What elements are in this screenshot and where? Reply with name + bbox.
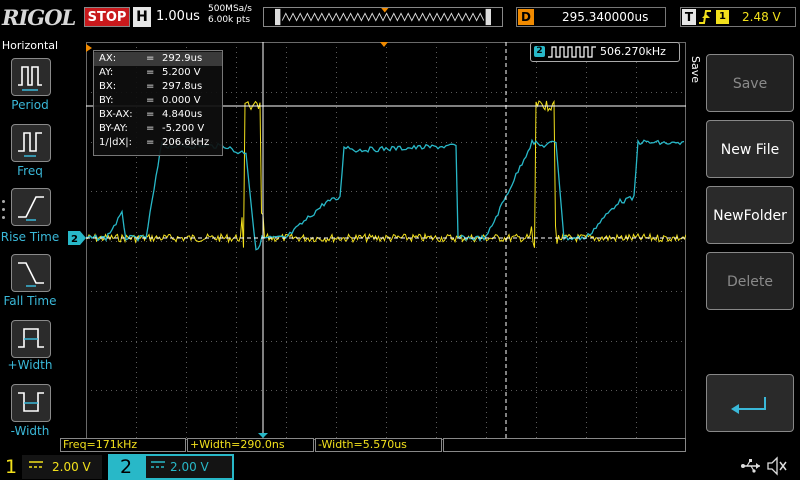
pos-width-label: +Width [7,358,53,372]
measure-empty-slot[interactable] [443,438,686,452]
left-menu-title: Horizontal [1,39,59,52]
neg-width-button[interactable] [11,384,51,422]
save-button[interactable]: Save [706,54,794,112]
delete-button[interactable]: Delete [706,252,794,310]
dc-coupling-icon [151,461,165,468]
cursor-row-inv-dx: 1/|dX|: = 206.6kHz [99,137,210,148]
trigger-position-value: 295.340000us [562,10,649,24]
return-arrow-icon [731,397,766,414]
cursor-readout-panel[interactable]: AX: = 292.9us AY: = 5.200 V BX: = 297.8us BY: =… [93,50,223,156]
ch2-scale: 2.00 V [170,460,209,474]
ch1-scale: 2.00 V [52,460,91,474]
page-dots-icon [2,200,6,224]
period-icon [18,66,42,91]
trigger-type-label: T [682,9,696,25]
return-button[interactable] [706,374,794,432]
fall-time-button[interactable] [11,254,51,292]
counter-value: 506.270kHz [600,45,666,58]
sample-rate: 500MSa/s [208,4,252,14]
cursor-row-by-ay: BY-AY: = -5.200 V [99,123,205,134]
trigger-level-value: 2.48 V [742,10,781,24]
rise-time-label: Rise Time [0,230,60,244]
nav-trigger-marker [381,8,389,13]
fall-time-label: Fall Time [3,294,57,308]
svg-text:Save: Save [689,56,702,83]
period-label: Period [11,98,49,112]
new-folder-button[interactable]: NewFolder [706,186,794,244]
nav-start-marker [275,8,281,26]
rising-edge-icon [699,10,711,24]
usb-icon [741,459,760,473]
freq-icon [18,132,42,157]
cursor-row-ay: AY: = 5.200 V [99,67,201,78]
cursor-row-by: BY: = 0.000 V [99,95,201,106]
measure-freq[interactable]: Freq=171kHz [60,438,186,452]
new-file-button[interactable]: New File [706,120,794,178]
ch2-offset-marker[interactable]: 2 [68,231,86,245]
cursor-row-ax: AX: = 292.9us [94,52,222,66]
delay-label: D [518,9,534,25]
cursor-row-bx: BX: = 297.8us [99,81,203,92]
measure-pos-width[interactable]: +Width=290.0ns [187,438,314,452]
period-button[interactable] [11,58,51,96]
pos-width-icon [18,328,44,348]
rise-time-button[interactable] [11,188,51,226]
trigger-source-badge: 1 [716,10,729,24]
svg-text:2: 2 [71,234,78,245]
rigol-logo: RIGOL [2,5,76,30]
freq-button[interactable] [11,124,51,162]
speaker-muted-icon[interactable] [766,456,788,476]
measure-neg-width[interactable]: -Width=5.570us [315,438,442,452]
pulse-train-icon [548,46,596,58]
pos-width-button[interactable] [11,320,51,358]
neg-width-icon [18,392,44,412]
counter-channel-badge: 2 [534,46,545,57]
rise-time-icon [18,196,44,221]
dc-coupling-icon [29,461,43,468]
cursor-row-bx-ax: BX-AX: = 4.840us [99,109,203,120]
ch1-label[interactable]: 1 [0,454,22,480]
waveform-memory-navigator[interactable] [263,7,503,27]
neg-width-label: -Width [10,424,50,438]
fall-time-icon [18,262,44,287]
run-stop-indicator[interactable]: STOP [84,7,130,27]
ch2-label[interactable]: 2 [108,454,144,480]
horizontal-label: H [133,7,151,27]
nav-end-marker [485,8,491,26]
freq-label: Freq [17,164,43,178]
timebase-value[interactable]: 1.00us [156,7,202,27]
memory-depth: 6.00k pts [208,15,251,25]
save-menu-tab: Save [689,56,702,83]
